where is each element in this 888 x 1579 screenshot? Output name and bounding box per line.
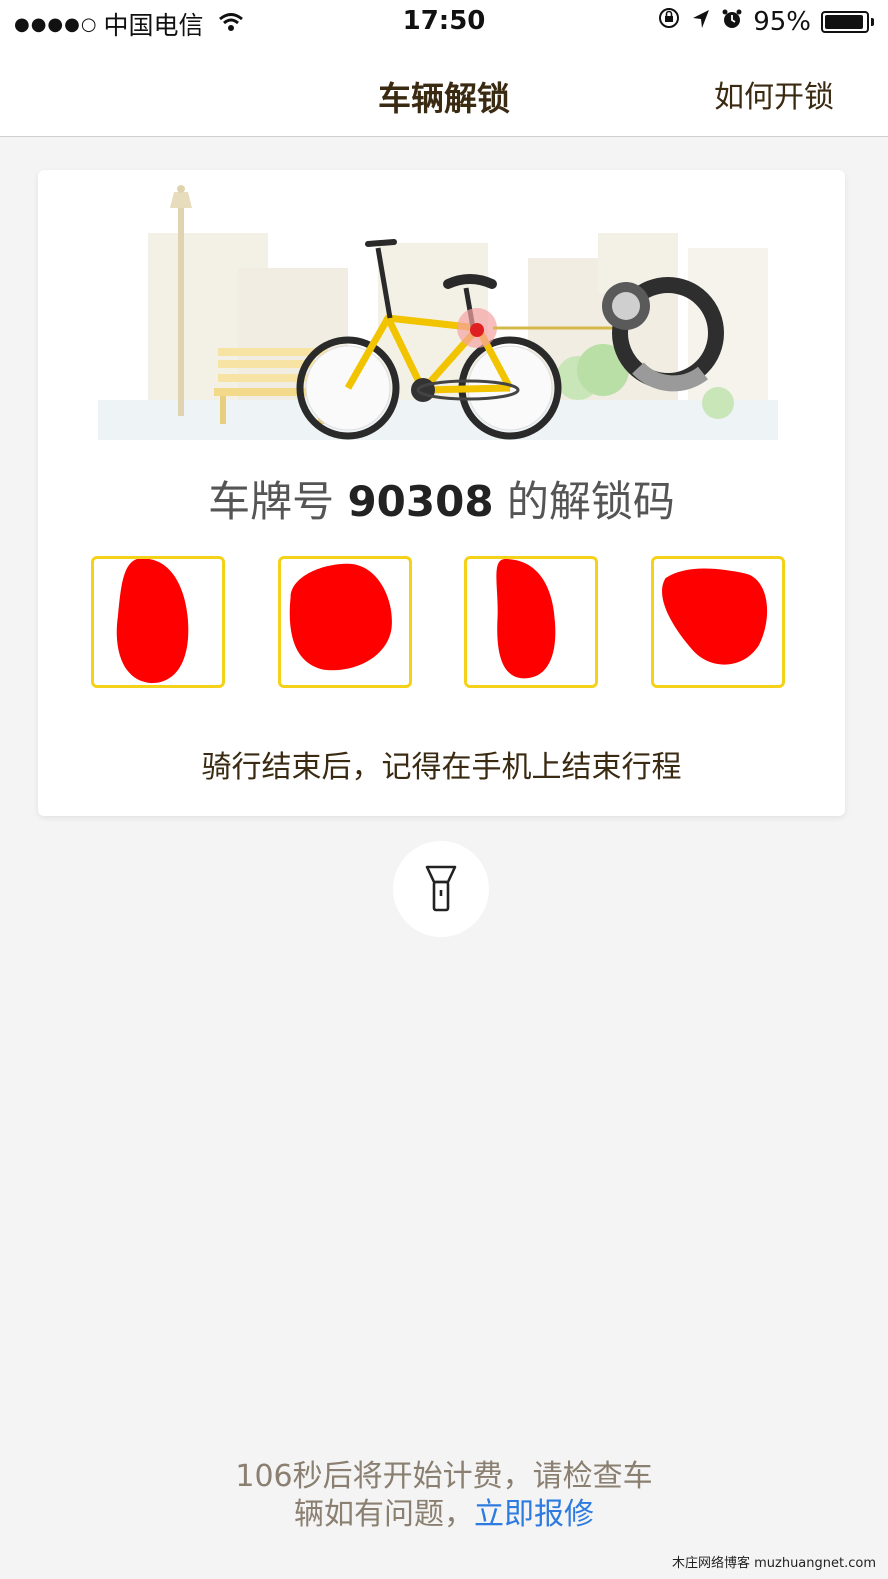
- plate-number-label: 车牌号 90308 的解锁码: [208, 477, 675, 526]
- location-arrow-icon: [691, 7, 711, 37]
- unlock-code: [91, 556, 791, 694]
- redaction-scribble: [496, 559, 556, 679]
- end-trip-reminder: 骑行结束后，记得在手机上结束行程: [201, 750, 682, 785]
- code-digit-1: [91, 556, 225, 688]
- billing-notice: 106秒后将开始计费，请检查车 辆如有问题，立即报修: [0, 1458, 888, 1534]
- watermark: 木庄网络博客 muzhuangnet.com: [671, 1556, 876, 1571]
- report-repair-link[interactable]: 立即报修: [474, 1497, 594, 1532]
- plate-number: 90308: [347, 477, 494, 526]
- billing-notice-line2: 辆如有问题，立即报修: [294, 1497, 594, 1532]
- code-digit-3: [464, 556, 598, 688]
- battery-percent: 95%: [753, 6, 811, 37]
- status-bar: ●●●●○ 中国电信 17:50 95%: [0, 0, 888, 44]
- code-digit-4: [651, 556, 785, 688]
- unlock-code-card: 车牌号 90308 的解锁码 骑行结束后，记得在手机上结束行程: [38, 170, 845, 816]
- how-to-unlock-link[interactable]: 如何开锁: [714, 72, 834, 116]
- orientation-lock-icon: [657, 6, 681, 37]
- redaction-scribble: [662, 568, 768, 665]
- alarm-icon: [721, 7, 743, 37]
- flashlight-icon: [425, 865, 457, 912]
- billing-notice-line1: 106秒后将开始计费，请检查车: [235, 1459, 653, 1494]
- status-right: 95%: [657, 6, 874, 37]
- battery-icon: [821, 10, 874, 33]
- bike-illustration: [98, 185, 778, 440]
- redaction-scribble: [116, 559, 189, 684]
- code-digit-2: [278, 556, 412, 688]
- navigation-bar: 车辆解锁 如何开锁: [0, 44, 888, 137]
- redaction-scribble: [289, 563, 392, 671]
- flashlight-button[interactable]: [393, 841, 489, 937]
